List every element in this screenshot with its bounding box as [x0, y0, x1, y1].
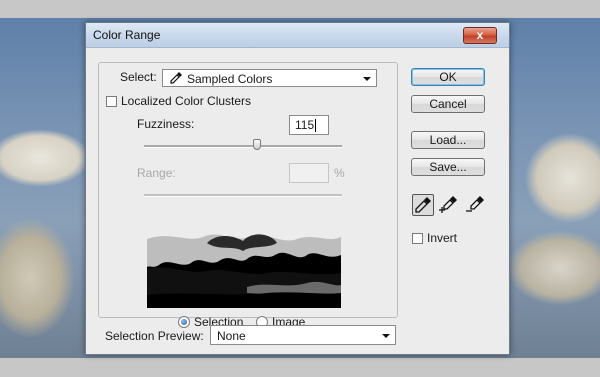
eyedropper-add-tool[interactable] [439, 194, 461, 216]
localized-clusters-checkbox[interactable] [106, 96, 117, 107]
select-value: Sampled Colors [187, 72, 273, 86]
eyedropper-icon [170, 72, 182, 84]
eyedropper-icon [415, 197, 431, 213]
selection-preview-dropdown[interactable]: None [210, 325, 396, 345]
eyedropper-subtract-tool[interactable] [466, 194, 488, 216]
select-label: Select: [120, 70, 157, 84]
color-range-dialog: Color Range x Select: Sampled Colors Loc… [85, 22, 510, 355]
ok-button[interactable]: OK [411, 68, 485, 86]
range-label: Range: [137, 166, 176, 180]
options-group: Select: Sampled Colors Localized Color C… [98, 62, 398, 329]
eyedropper-minus-icon [466, 196, 484, 212]
close-button[interactable]: x [463, 27, 497, 44]
selection-preview-image [147, 225, 341, 308]
fuzziness-label: Fuzziness: [137, 117, 195, 131]
dialog-title: Color Range [93, 28, 161, 42]
dialog-body: Select: Sampled Colors Localized Color C… [86, 48, 509, 354]
bottom-strip [0, 358, 600, 377]
range-slider-track[interactable] [144, 194, 342, 197]
chevron-down-icon [382, 334, 390, 338]
chevron-down-icon [363, 77, 371, 81]
save-button[interactable]: Save... [411, 158, 485, 176]
title-bar[interactable]: Color Range x [86, 23, 509, 48]
fuzziness-input[interactable]: 115 [289, 115, 329, 135]
selection-preview-value: None [217, 329, 246, 343]
selection-radio[interactable] [178, 316, 190, 328]
load-button[interactable]: Load... [411, 131, 485, 149]
eyedropper-tool[interactable] [412, 194, 434, 216]
selection-preview-label: Selection Preview: [105, 329, 204, 343]
cancel-button[interactable]: Cancel [411, 95, 485, 113]
localized-clusters-label: Localized Color Clusters [121, 94, 252, 108]
eyedropper-plus-icon [439, 196, 457, 213]
range-unit: % [334, 166, 345, 180]
invert-label: Invert [427, 231, 458, 245]
range-input[interactable] [289, 163, 329, 183]
top-strip [0, 0, 600, 18]
fuzziness-value: 115 [295, 118, 315, 132]
select-dropdown[interactable]: Sampled Colors [162, 69, 377, 87]
fuzziness-slider-track[interactable] [144, 145, 342, 148]
invert-checkbox[interactable] [412, 233, 423, 244]
text-caret [315, 119, 317, 133]
fuzziness-slider-thumb[interactable] [252, 139, 261, 150]
